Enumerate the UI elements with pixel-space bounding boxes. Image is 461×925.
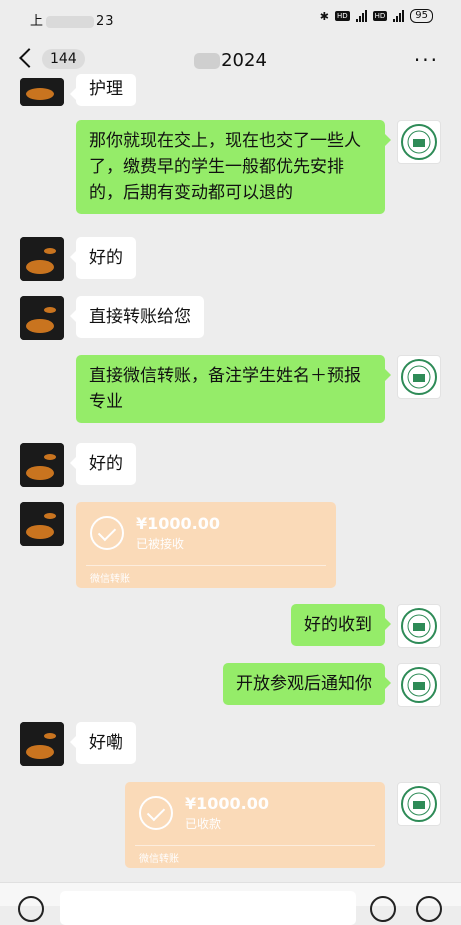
signal-icon — [355, 10, 367, 22]
signal-icon — [393, 10, 405, 22]
plus-icon[interactable] — [416, 896, 442, 922]
redacted-blur — [46, 15, 95, 28]
avatar[interactable] — [397, 663, 441, 707]
transfer-status: 已收款 — [185, 817, 222, 831]
message-input[interactable] — [60, 891, 356, 925]
message-bubble-received[interactable]: 好的 — [70, 443, 136, 485]
avatar-image — [20, 237, 64, 281]
bluetooth-icon: ✱ — [319, 9, 329, 23]
input-bar — [0, 882, 461, 925]
message-bubble-sent[interactable]: 那你就现在交上，现在也交了一些人了，缴费早的学生一般都优先安排的，后期有变动都可… — [76, 120, 391, 214]
avatar[interactable] — [20, 443, 64, 487]
chat-title-text: 2024 — [221, 50, 267, 71]
avatar[interactable] — [397, 120, 441, 164]
battery-icon: 95 — [410, 9, 433, 23]
school-logo-icon — [401, 359, 437, 395]
school-logo-icon — [401, 608, 437, 644]
message-bubble-sent[interactable]: 好的收到 — [291, 604, 391, 646]
avatar-image — [20, 296, 64, 340]
avatar-image — [20, 722, 64, 766]
avatar-image — [20, 78, 64, 106]
message-bubble-received[interactable]: 直接转账给您 — [70, 296, 204, 338]
avatar[interactable] — [20, 237, 64, 281]
divider — [86, 565, 326, 566]
school-logo-icon — [401, 124, 437, 160]
avatar[interactable] — [20, 78, 64, 106]
message-bubble-received[interactable]: 好嘞 — [70, 722, 136, 764]
avatar[interactable] — [20, 722, 64, 766]
more-options-button[interactable]: ··· — [414, 48, 439, 72]
school-logo-icon — [401, 667, 437, 703]
message-bubble-received[interactable]: 护理 — [70, 74, 136, 106]
divider — [135, 845, 375, 846]
transfer-footer: 微信转账 — [139, 854, 179, 865]
status-icons: ✱ HD HD 95 — [320, 9, 433, 23]
message-bubble-sent[interactable]: 直接微信转账，备注学生姓名＋预报专业 — [76, 355, 391, 423]
transfer-status: 已被接收 — [136, 537, 185, 551]
nav-bar: 144 2024 ··· — [0, 38, 461, 84]
hd-icon: HD — [334, 11, 350, 21]
transfer-card[interactable]: ¥1000.00 已收款 微信转账 — [125, 782, 385, 868]
redacted-blur — [194, 53, 221, 69]
status-time-prefix: 上 — [30, 14, 45, 29]
transfer-amount: ¥1000.00 — [185, 794, 270, 813]
avatar-image — [20, 443, 64, 487]
status-time: 上 23 — [30, 10, 115, 29]
avatar[interactable] — [20, 296, 64, 340]
message-bubble-received[interactable]: 好的 — [70, 237, 136, 279]
avatar-image — [20, 502, 64, 546]
hd-icon: HD — [372, 11, 388, 21]
transfer-amount: ¥1000.00 — [136, 514, 221, 533]
voice-icon[interactable] — [18, 896, 44, 922]
avatar[interactable] — [397, 355, 441, 399]
message-bubble-sent[interactable]: 开放参观后通知你 — [223, 663, 391, 705]
status-time-suffix: 23 — [96, 14, 115, 29]
transfer-footer: 微信转账 — [90, 574, 130, 585]
check-circle-icon — [90, 516, 124, 550]
school-logo-icon — [401, 786, 437, 822]
transfer-card[interactable]: ¥1000.00 已被接收 微信转账 — [76, 502, 336, 588]
chat-title: 2024 — [0, 50, 461, 71]
avatar[interactable] — [397, 604, 441, 648]
check-circle-icon — [139, 796, 173, 830]
avatar[interactable] — [20, 502, 64, 546]
status-bar: 上 23 ✱ HD HD 95 — [0, 0, 461, 38]
emoji-icon[interactable] — [370, 896, 396, 922]
avatar[interactable] — [397, 782, 441, 826]
